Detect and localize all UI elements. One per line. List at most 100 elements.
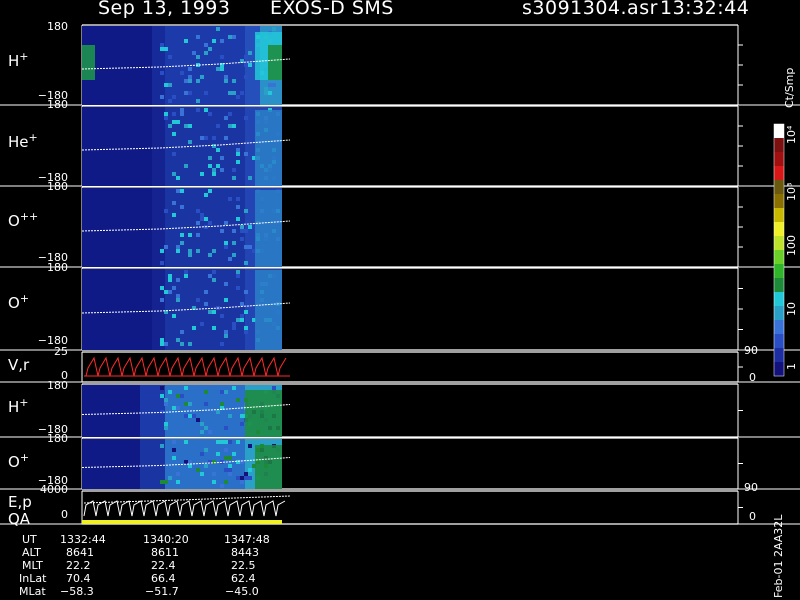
spectrogram-pixel-4-61 <box>176 294 180 298</box>
footer-inlat-3: 62.4 <box>231 572 256 585</box>
spectrogram-pixel-7-52 <box>228 456 232 460</box>
spectrogram-pixel-7-25 <box>236 460 240 464</box>
spectrogram-pixel-4-30 <box>224 298 228 302</box>
spectrogram-pixel-3-48 <box>248 225 252 229</box>
footer-label-mlt: MLT <box>22 559 43 572</box>
spectrogram-pixel-1-66 <box>168 83 172 87</box>
footer-ut-1: 1332:44 <box>60 533 106 546</box>
spectrogram-pixel-1-36 <box>248 63 252 67</box>
spectrogram-pixel-2-8 <box>176 176 180 180</box>
spectrogram-pixel-3-29 <box>172 213 176 217</box>
spectrogram-pixel-1-69 <box>232 79 236 83</box>
spectrogram-pixel-1-58 <box>216 67 220 71</box>
spectrogram-pixel-7-49 <box>232 452 236 456</box>
footer-ut-3: 1347:48 <box>224 533 270 546</box>
spectrogram-pixel-1-57 <box>180 71 184 75</box>
spectrogram-pixel-6-31 <box>164 426 168 430</box>
spectrogram-pixel-1-40 <box>236 95 240 99</box>
spectrogram-pixel-7-12 <box>236 440 240 444</box>
spectrogram-pixel-2-58 <box>180 108 184 112</box>
spectrogram-pixel-1-38 <box>204 91 208 95</box>
spectrogram-pixel-4-10 <box>232 322 236 326</box>
colorbar-swatch-18 <box>774 362 784 377</box>
spectrogram-pixel-6-66 <box>208 430 212 434</box>
spectrogram-pixel-1-17 <box>200 75 204 79</box>
spectrogram-pixel-3-56 <box>180 205 184 209</box>
colorbar-swatch-8 <box>774 222 784 237</box>
rtick-p8-min: 0 <box>749 510 756 523</box>
colorbar-swatch-3 <box>774 152 784 167</box>
tick-p4-max: 180 <box>47 261 68 274</box>
footer-alt-2: 8611 <box>151 546 179 559</box>
spectrogram-pixel-1-10 <box>204 51 208 55</box>
spectrogram-pixel-4-67 <box>204 302 208 306</box>
spectrogram-pixel-2-31 <box>212 136 216 140</box>
spectrogram-pixel-6-62 <box>164 402 168 406</box>
spectrogram-pixel-3-61 <box>204 217 208 221</box>
spectrogram-pixel-1-48 <box>264 87 268 91</box>
spectrogram-pixel-6-43 <box>200 422 204 426</box>
footer-alt-3: 8443 <box>231 546 259 559</box>
spectrogram-pixel-1-26 <box>196 55 200 59</box>
spectrogram-pixel-1-64 <box>184 79 188 83</box>
spectrogram-pixel-7-9 <box>224 456 228 460</box>
spectrogram-pixel-2-29 <box>212 172 216 176</box>
spectrogram-pixel-4-7 <box>168 290 172 294</box>
tick-p2-max: 180 <box>47 98 68 111</box>
spectrogram-pixel-1-30 <box>232 35 236 39</box>
spectrogram-pixel-6-35 <box>164 398 168 402</box>
spectrogram-pixel-4-34 <box>188 342 192 346</box>
spectrogram-pixel-7-63 <box>212 460 216 464</box>
spectrogram-pixel-1-5 <box>244 75 248 79</box>
spectrogram-hotspot-1-1 <box>82 45 95 80</box>
spectrogram-pixel-1-9 <box>228 91 232 95</box>
spectrogram-pixel-3-64 <box>212 249 216 253</box>
spectrogram-pixel-6-58 <box>240 422 244 426</box>
spectrogram-pixel-1-2 <box>196 79 200 83</box>
spectrogram-pixel-3-11 <box>240 225 244 229</box>
spectrogram-hotspot-6-1 <box>245 390 282 437</box>
colorbar-tick-1: 1 <box>785 363 798 370</box>
spectrogram-pixel-2-10 <box>180 112 184 116</box>
spectrogram-pixel-3-45 <box>224 245 228 249</box>
spectrogram-pixel-2-49 <box>208 164 212 168</box>
tick-p8-max: 4000 <box>40 483 68 496</box>
spectrogram-pixel-7-67 <box>224 468 228 472</box>
spectrogram-band-2-2 <box>152 107 165 186</box>
spectrogram-pixel-3-66 <box>164 209 168 213</box>
spectrogram-pixel-7-60 <box>224 448 228 452</box>
footer-row-mlat: MLat −58.3 −51.7 −45.0 <box>0 585 300 599</box>
spectrogram-pixel-1-43 <box>184 39 188 43</box>
spectrogram-plot <box>0 24 800 525</box>
spectrogram-pixel-4-0 <box>232 326 236 330</box>
spectrogram-pixel-3-37 <box>180 233 184 237</box>
spectrogram-pixel-4-68 <box>176 298 180 302</box>
spectrogram-pixel-4-47 <box>160 298 164 302</box>
spectrogram-pixel-2-5 <box>208 156 212 160</box>
tick-p7-max: 180 <box>47 432 68 445</box>
spectrogram-pixel-7-51 <box>228 472 232 476</box>
spectrogram-pixel-3-44 <box>244 229 248 233</box>
spectrogram-pixel-6-55 <box>204 390 208 394</box>
spectrogram-pixel-3-57 <box>208 189 212 193</box>
panel-label-o-plus-2: O+ <box>8 451 30 471</box>
vr-sawtooth <box>85 356 287 377</box>
spectrogram-pixel-4-12 <box>240 302 244 306</box>
spectrogram-pixel-4-24 <box>212 270 216 274</box>
colorbar-unit: Ct/Smp <box>783 67 796 108</box>
spectrogram-pixel-4-35 <box>244 310 248 314</box>
spectrogram-pixel-4-27 <box>236 286 240 290</box>
spectrogram-pixel-2-67 <box>244 152 248 156</box>
spectrogram-pixel-7-17 <box>224 480 228 484</box>
spectrogram-pixel-1-37 <box>188 91 192 95</box>
spectrogram-pixel-7-29 <box>172 448 176 452</box>
spectrogram-pixel-1-68 <box>272 27 276 31</box>
spectrogram-pixel-6-6 <box>176 406 180 410</box>
spectrogram-pixel-4-9 <box>176 338 180 342</box>
spectrogram-pixel-2-9 <box>172 120 176 124</box>
rtick-p5-min: 0 <box>749 371 756 384</box>
spectrogram-pixel-7-6 <box>196 468 200 472</box>
spectrogram-pixel-1-29 <box>168 99 172 103</box>
colorbar-tick-10000: 10⁴ <box>785 125 798 144</box>
spectrogram-pixel-2-27 <box>172 172 176 176</box>
